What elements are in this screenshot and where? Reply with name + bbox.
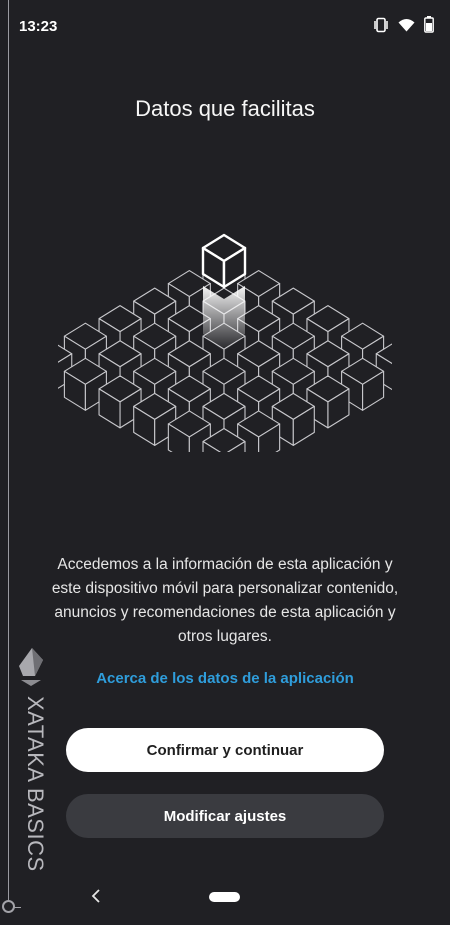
modify-settings-button[interactable]: Modificar ajustes	[66, 794, 384, 838]
watermark-text: XATAKA BASICS	[23, 696, 48, 872]
wifi-icon	[398, 18, 415, 37]
decorative-rail	[8, 0, 9, 905]
battery-icon	[424, 16, 434, 38]
xataka-logo-icon	[17, 646, 45, 688]
app-data-info-link[interactable]: Acerca de los datos de la aplicación	[0, 670, 450, 687]
navigation-bar	[0, 876, 450, 925]
description-text: Accedemos a la información de esta aplic…	[51, 556, 399, 645]
status-time: 13:23	[19, 18, 58, 35]
watermark: XATAKA BASICS	[14, 646, 48, 896]
back-icon[interactable]	[87, 886, 107, 906]
status-icons	[373, 16, 434, 38]
page-title: Datos que facilitas	[135, 96, 315, 121]
home-pill[interactable]	[209, 892, 240, 902]
vibrate-icon	[373, 17, 389, 38]
status-bar: 13:23	[0, 0, 450, 52]
cube-grid-illustration	[29, 224, 419, 482]
confirm-continue-button[interactable]: Confirmar y continuar	[66, 728, 384, 772]
